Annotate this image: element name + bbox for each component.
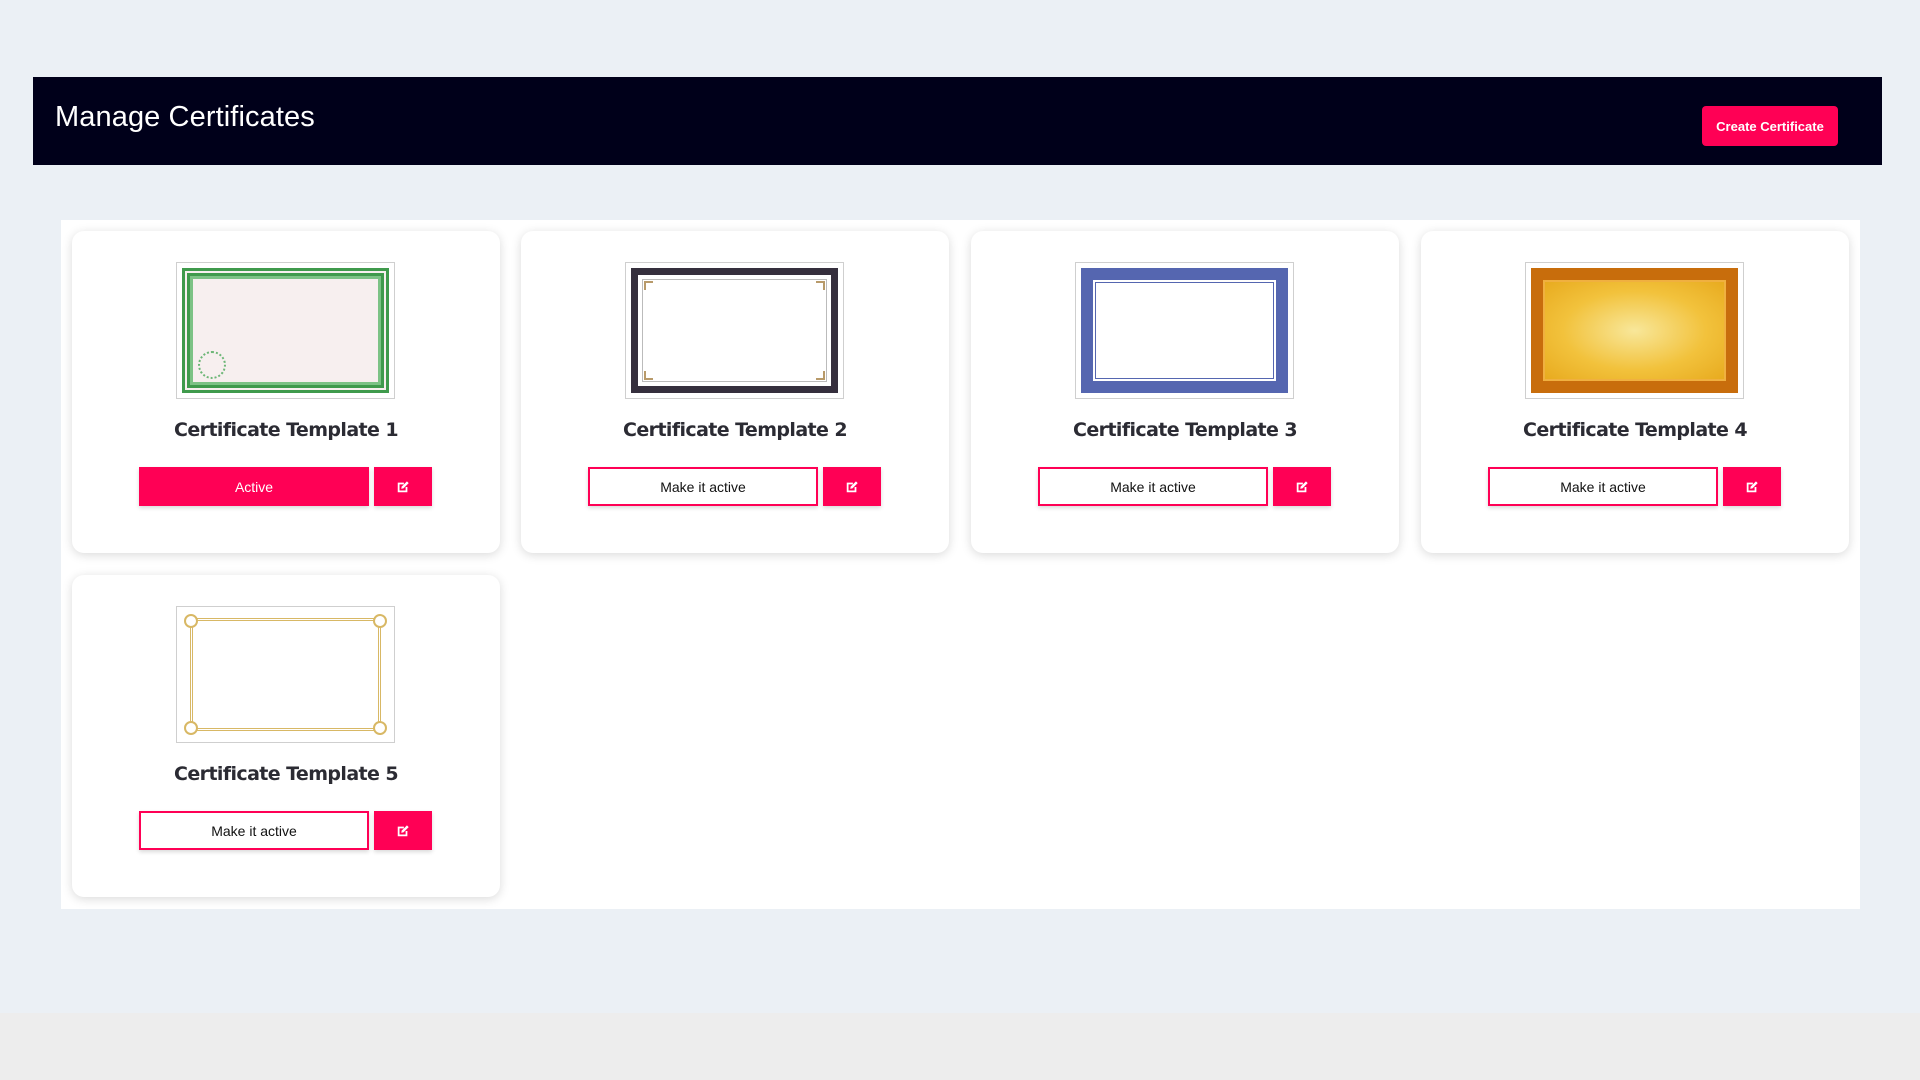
edit-button[interactable] bbox=[1273, 467, 1331, 506]
edit-icon bbox=[846, 480, 858, 492]
edit-icon bbox=[397, 480, 409, 492]
green-guilloche-border-image bbox=[182, 268, 389, 393]
make-active-button[interactable]: Make it active bbox=[1038, 467, 1268, 506]
certificate-thumbnail[interactable] bbox=[625, 262, 844, 399]
certificate-card: Certificate Template 3 Make it active bbox=[971, 231, 1399, 553]
certificate-title: Certificate Template 4 bbox=[1523, 419, 1748, 441]
dark-frame-image bbox=[631, 268, 838, 393]
create-certificate-button[interactable]: Create Certificate bbox=[1702, 106, 1838, 146]
make-active-button[interactable]: Make it active bbox=[139, 811, 369, 850]
certificates-grid: Certificate Template 1 Active Certificat… bbox=[61, 220, 1860, 909]
certificate-card: Certificate Template 1 Active bbox=[72, 231, 500, 553]
certificate-thumbnail[interactable] bbox=[176, 606, 395, 743]
edit-button[interactable] bbox=[374, 811, 432, 850]
certificate-title: Certificate Template 1 bbox=[174, 419, 399, 441]
edit-button[interactable] bbox=[823, 467, 881, 506]
active-status-button[interactable]: Active bbox=[139, 467, 369, 506]
edit-icon bbox=[1296, 480, 1308, 492]
make-active-button[interactable]: Make it active bbox=[1488, 467, 1718, 506]
certificate-thumbnail[interactable] bbox=[176, 262, 395, 399]
edit-icon bbox=[397, 824, 409, 836]
certificate-card: Certificate Template 2 Make it active bbox=[521, 231, 949, 553]
edit-button[interactable] bbox=[374, 467, 432, 506]
certificate-title: Certificate Template 3 bbox=[1073, 419, 1298, 441]
blue-rope-border-image bbox=[1081, 268, 1288, 393]
certificate-title: Certificate Template 2 bbox=[623, 419, 848, 441]
page-title: Manage Certificates bbox=[55, 101, 315, 133]
certificate-thumbnail[interactable] bbox=[1075, 262, 1294, 399]
certificate-card: Certificate Template 4 Make it active bbox=[1421, 231, 1849, 553]
gold-scroll-frame-image bbox=[182, 612, 389, 737]
make-active-button[interactable]: Make it active bbox=[588, 467, 818, 506]
gold-ornate-border-image bbox=[1531, 268, 1738, 393]
edit-button[interactable] bbox=[1723, 467, 1781, 506]
certificate-thumbnail[interactable] bbox=[1525, 262, 1744, 399]
certificate-card: Certificate Template 5 Make it active bbox=[72, 575, 500, 897]
edit-icon bbox=[1746, 480, 1758, 492]
page-header: Manage Certificates Create Certificate bbox=[33, 77, 1882, 165]
certificate-title: Certificate Template 5 bbox=[174, 763, 399, 785]
